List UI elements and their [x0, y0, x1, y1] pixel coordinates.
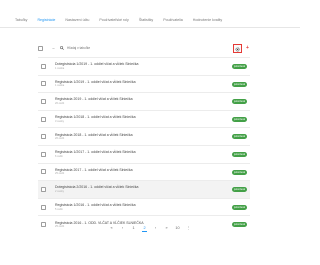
row-checkbox[interactable]: [41, 134, 46, 140]
row-checkbox[interactable]: [41, 98, 46, 104]
row-count: 1 osoba: [55, 84, 65, 88]
row-count: 1 osoba: [55, 66, 65, 70]
table-row[interactable]: Registrácia 1/2018 - 1. oddiel vlčat a v…: [38, 109, 250, 128]
table-row[interactable]: Dotegistrácia 2/2016 - 1. oddiel vlčat a…: [38, 180, 250, 198]
table-row[interactable]: Registrácia 2017 - 1. oddiel vlčat a vĺč…: [38, 162, 250, 181]
top-bar: [0, 0, 300, 10]
row-text: Registrácia 1/2016 - 1. oddiel vlčat a v…: [55, 203, 136, 211]
table-row[interactable]: Dotegistrácia 1/2019 - 1. oddiel vlčat a…: [38, 57, 250, 75]
row-checkbox[interactable]: [41, 204, 46, 210]
row-text: Registrácia 1/2019 - 1. oddiel vlčat a v…: [55, 80, 136, 88]
status-badge: potvrdená: [231, 187, 247, 193]
row-text: Dotegistrácia 1/2019 - 1. oddiel vlčat a…: [55, 62, 138, 70]
table-row[interactable]: Registrácia 1/2016 - 1. oddiel vlčat a v…: [38, 197, 250, 216]
row-count: 26 osôb: [55, 137, 65, 141]
per-page-select[interactable]: 10: [175, 225, 180, 231]
row-text: Registrácia 2017 - 1. oddiel vlčat a vĺč…: [55, 168, 133, 176]
table-row[interactable]: Registrácia 2019 - 1. oddiel vlčat a vĺč…: [38, 92, 250, 110]
search-input[interactable]: [67, 45, 147, 51]
row-count: 3 osoby: [55, 119, 65, 123]
pager-page-1[interactable]: 1: [131, 225, 136, 231]
row-text: Dotegistrácia 2/2016 - 1. oddiel vlčat a…: [55, 185, 138, 193]
status-badge: potvrdená: [231, 151, 247, 157]
row-checkbox[interactable]: [41, 63, 46, 69]
status-badge: potvrdená: [231, 99, 247, 105]
search-icon: [59, 45, 65, 51]
gear-icon: [235, 39, 240, 57]
row-text: Registrácia 2018 - 1. oddiel vlčat a vĺč…: [55, 133, 133, 141]
table-row[interactable]: Registrácia 1/2017 - 1. oddiel vlčat a v…: [38, 144, 250, 163]
row-checkbox[interactable]: [41, 81, 46, 87]
pagination: « ‹ 1 2 › » 10 ⋮: [0, 223, 300, 233]
registrations-list: Dotegistrácia 1/2019 - 1. oddiel vlčat a…: [38, 57, 250, 233]
bulk-action-button[interactable]: –: [51, 46, 56, 51]
table-row[interactable]: Registrácia 2018 - 1. oddiel vlčat a vĺč…: [38, 127, 250, 145]
pager-next-button[interactable]: ›: [153, 225, 158, 231]
row-text: Registrácia 1/2018 - 1. oddiel vlčat a v…: [55, 115, 136, 123]
status-badge: potvrdená: [231, 134, 247, 140]
row-text: Registrácia 2019 - 1. oddiel vlčat a vĺč…: [55, 97, 133, 105]
select-all-checkbox[interactable]: [38, 45, 43, 51]
tabs-divider: [0, 27, 300, 28]
row-count: 6 osôb: [55, 154, 63, 158]
pager-prev-button[interactable]: ‹: [120, 225, 125, 231]
pager-first-button[interactable]: «: [109, 225, 114, 231]
row-checkbox[interactable]: [41, 116, 46, 122]
status-badge: potvrdená: [231, 169, 247, 175]
row-checkbox[interactable]: [41, 169, 46, 175]
row-count: 2 osoby: [55, 189, 65, 193]
table-toolbar: – +: [38, 43, 250, 53]
registrations-panel: – + Dotegistrácia 1/2019 - 1. oddiel vlč…: [32, 37, 256, 244]
table-row[interactable]: Registrácia 1/2019 - 1. oddiel vlčat a v…: [38, 74, 250, 93]
status-badge: potvrdená: [231, 64, 247, 69]
row-count: 25 osôb: [55, 172, 65, 176]
row-count: 26 osôb: [55, 101, 65, 105]
status-badge: potvrdená: [231, 81, 247, 87]
status-badge: potvrdená: [231, 116, 247, 122]
pager-menu-icon[interactable]: ⋮: [186, 225, 191, 231]
status-badge: potvrdená: [231, 204, 247, 210]
row-checkbox[interactable]: [41, 151, 46, 157]
pager-last-button[interactable]: »: [164, 225, 169, 231]
row-count: 5 osôb: [55, 207, 63, 211]
row-text: Registrácia 1/2017 - 1. oddiel vlčat a v…: [55, 150, 136, 158]
pager-page-2[interactable]: 2: [142, 225, 147, 232]
settings-button[interactable]: [233, 43, 242, 53]
row-checkbox[interactable]: [41, 186, 46, 192]
add-registration-button[interactable]: +: [245, 45, 250, 51]
